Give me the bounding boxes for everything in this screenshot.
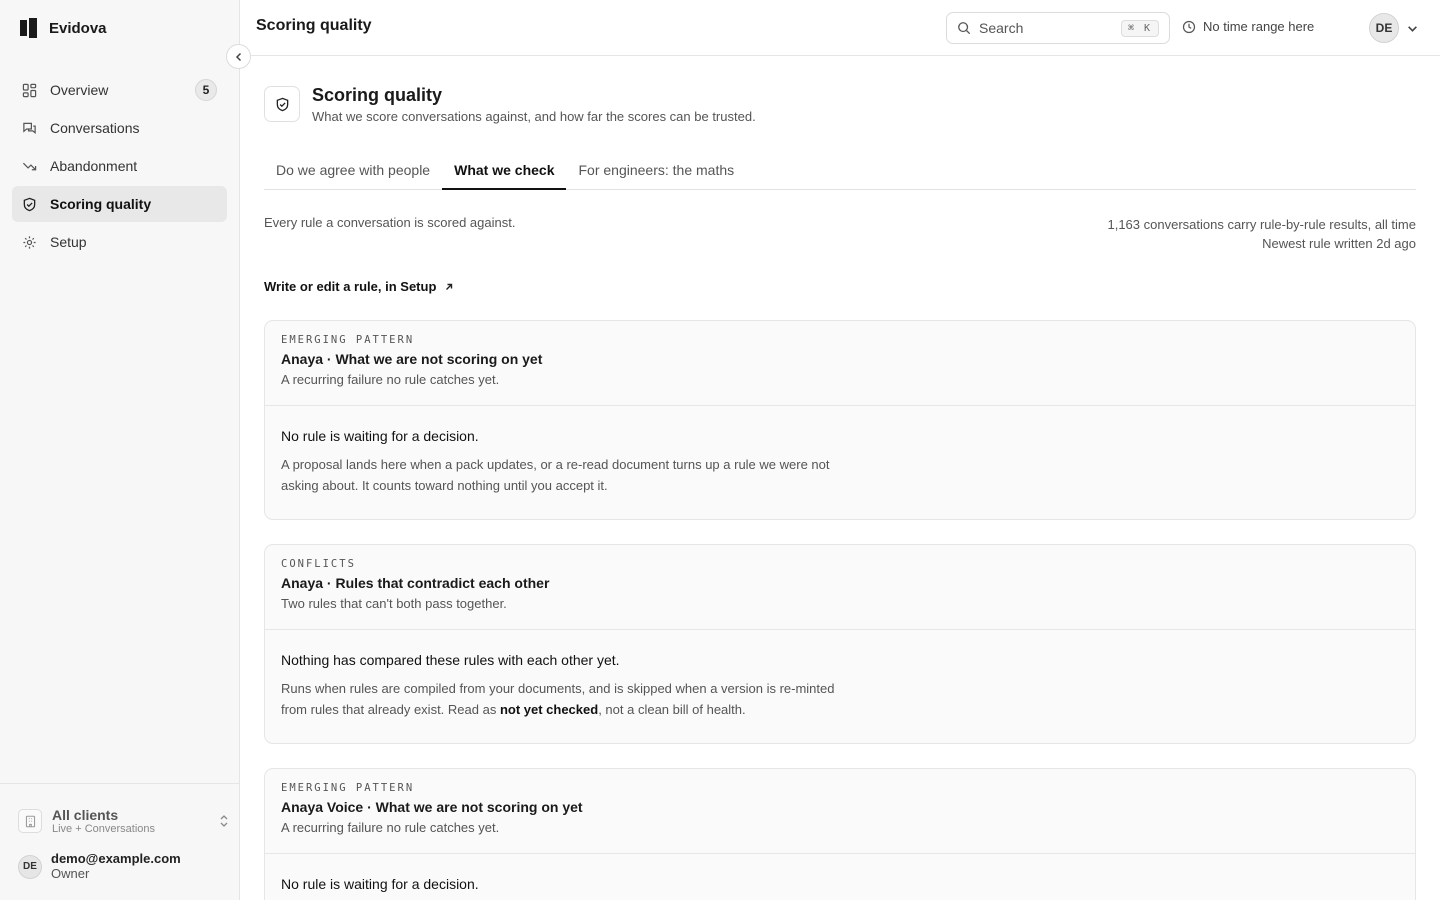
trend-down-icon: [22, 162, 37, 170]
sidebar-footer: All clients Live + Conversations DE demo…: [0, 783, 239, 900]
brand[interactable]: Evidova: [20, 16, 107, 40]
card-subtitle: Two rules that can't both pass together.: [281, 596, 507, 611]
card-description-emphasis: not yet checked: [499, 702, 599, 717]
card-kicker: EMERGING PATTERN: [281, 334, 415, 346]
conflicts-card: CONFLICTS Anaya · Rules that contradict …: [264, 544, 1416, 744]
setup-link[interactable]: Write or edit a rule, in Setup: [264, 279, 454, 294]
sidebar-item-overview[interactable]: Overview 5: [12, 72, 227, 108]
emerging-pattern-card: EMERGING PATTERN Anaya · What we are not…: [264, 320, 1416, 520]
chevron-up-down-icon: [220, 815, 228, 827]
setup-link-label: Write or edit a rule, in Setup: [264, 279, 437, 294]
sidebar-item-conversations[interactable]: Conversations: [12, 110, 227, 146]
card-subtitle: A recurring failure no rule catches yet.: [281, 372, 500, 387]
card-status: No rule is waiting for a decision.: [281, 876, 479, 892]
sidebar-item-label: Setup: [50, 234, 87, 250]
card-title: Anaya · Rules that contradict each other: [281, 575, 550, 591]
avatar: DE: [1369, 13, 1399, 43]
sidebar-item-label: Overview: [50, 82, 109, 98]
search-shortcut: ⌘ K: [1120, 19, 1159, 37]
tab-what-we-check[interactable]: What we check: [442, 152, 567, 190]
search-placeholder: Search: [979, 20, 1024, 36]
chevron-left-icon: [235, 52, 241, 61]
tab-agreement[interactable]: Do we agree with people: [264, 152, 442, 190]
time-range: No time range here: [1182, 19, 1314, 34]
user-email: demo@example.com: [51, 851, 181, 866]
card-title: Anaya · What we are not scoring on yet: [281, 351, 543, 367]
shield-check-icon: [264, 86, 300, 122]
rule-stats: 1,163 conversations carry rule-by-rule r…: [1107, 215, 1416, 253]
sidebar-item-label: Conversations: [50, 120, 140, 136]
dashboard-icon: [22, 83, 37, 97]
sidebar-item-abandonment[interactable]: Abandonment: [12, 148, 227, 184]
main-content: Scoring quality What we score conversati…: [264, 56, 1416, 900]
tab-bar: Do we agree with people What we check Fo…: [264, 152, 1416, 190]
sidebar-item-setup[interactable]: Setup: [12, 224, 227, 260]
client-switcher-subtitle: Live + Conversations: [52, 822, 156, 835]
card-description: A proposal lands here when a pack update…: [281, 457, 830, 493]
sidebar-item-scoring-quality[interactable]: Scoring quality: [12, 186, 227, 222]
account-menu[interactable]: DE: [1369, 13, 1418, 43]
page-subtitle: What we score conversations against, and…: [312, 109, 756, 124]
sidebar: Evidova Overview 5 Conversations Abandon…: [0, 0, 240, 900]
card-status: Nothing has compared these rules with ea…: [281, 652, 620, 668]
card-status: No rule is waiting for a decision.: [281, 428, 479, 444]
user-role: Owner: [51, 865, 90, 881]
card-kicker: CONFLICTS: [281, 558, 356, 570]
tab-maths[interactable]: For engineers: the maths: [566, 152, 746, 190]
gear-icon: [23, 235, 36, 249]
sidebar-nav: Overview 5 Conversations Abandonment Sco…: [12, 72, 227, 262]
sidebar-item-label: Abandonment: [50, 158, 138, 174]
sidebar-item-label: Scoring quality: [50, 196, 152, 212]
shield-check-icon: [23, 197, 36, 211]
avatar: DE: [18, 854, 42, 879]
collapse-sidebar-button[interactable]: [226, 44, 251, 69]
page-header: Scoring quality What we score conversati…: [264, 84, 756, 124]
newest-rule: Newest rule written 2d ago: [1262, 236, 1416, 251]
card-subtitle: A recurring failure no rule catches yet.: [281, 820, 500, 835]
emerging-pattern-card-voice: EMERGING PATTERN Anaya Voice · What we a…: [264, 768, 1416, 900]
client-switcher[interactable]: All clients Live + Conversations: [18, 804, 230, 838]
brand-name: Evidova: [49, 19, 107, 37]
header-title: Scoring quality: [256, 17, 372, 34]
count-badge: 5: [195, 79, 217, 101]
chat-icon: [23, 122, 36, 134]
card-description: Runs when rules are compiled from your d…: [281, 678, 841, 720]
search-icon: [958, 22, 971, 35]
card-kicker: EMERGING PATTERN: [281, 782, 415, 794]
building-icon: [18, 809, 42, 833]
search-input[interactable]: Search ⌘ K: [946, 12, 1170, 44]
chevron-down-icon: [1408, 25, 1417, 32]
results-count: 1,163 conversations carry rule-by-rule r…: [1107, 217, 1416, 232]
user-menu[interactable]: DE demo@example.com Owner: [18, 851, 181, 882]
arrow-up-right-icon: [446, 283, 453, 290]
page-title: Scoring quality: [312, 85, 443, 105]
section-intro: Every rule a conversation is scored agai…: [264, 215, 516, 230]
top-bar: Scoring quality Search ⌘ K No time range…: [240, 0, 1440, 56]
card-description-text: , not a clean bill of health.: [598, 702, 746, 717]
brand-logo-icon: [20, 18, 38, 38]
clock-icon: [1182, 20, 1196, 33]
client-switcher-title: All clients: [52, 806, 119, 823]
card-title: Anaya Voice · What we are not scoring on…: [281, 799, 583, 815]
time-range-label: No time range here: [1203, 19, 1315, 34]
